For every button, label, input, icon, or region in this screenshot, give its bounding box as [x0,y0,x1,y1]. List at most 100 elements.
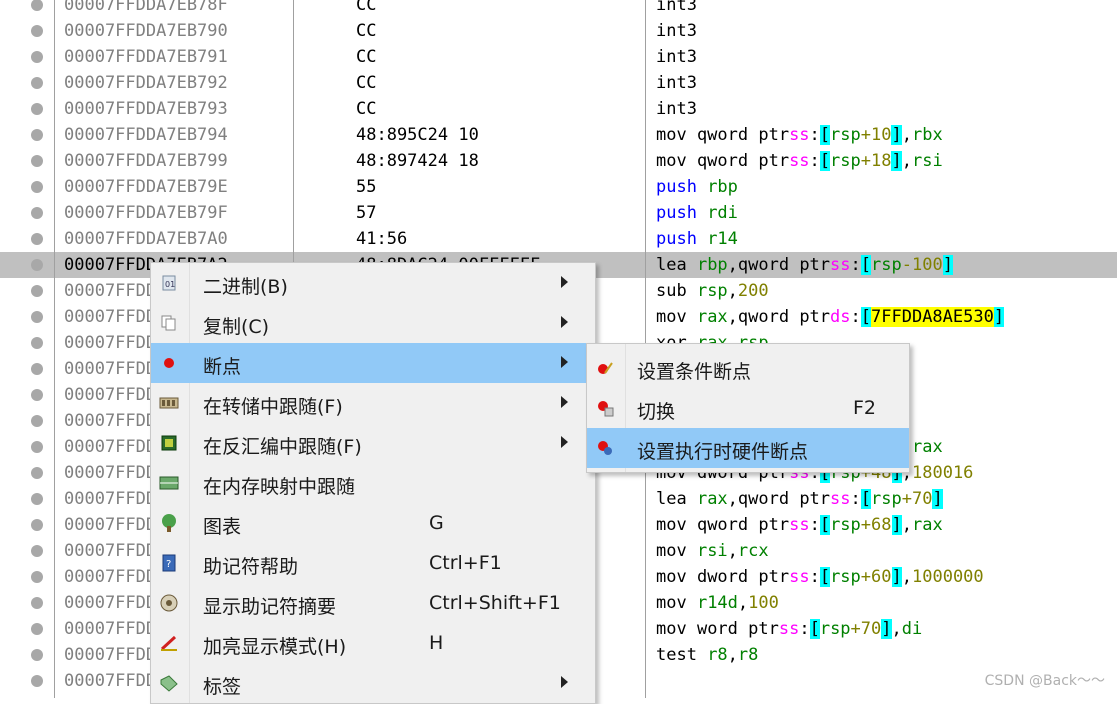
bytes-cell: CC [356,0,377,15]
instruction-token: ss [789,515,810,535]
breakpoint-marker-icon[interactable] [31,311,43,323]
address-cell: 00007FFDDA7EB792 [64,73,228,93]
instruction-token: , [891,619,902,639]
submenu-arrow-icon [561,676,568,688]
menu-item-shortcut: H [429,632,444,654]
instruction-token: int3 [656,0,697,15]
breakpoint-marker-icon[interactable] [31,571,43,583]
breakpoint-marker-icon[interactable] [31,259,43,271]
instruction-token: : [809,515,820,535]
breakpoint-marker-icon[interactable] [31,181,43,193]
breakpoint-marker-icon[interactable] [31,415,43,427]
breakpoint-marker-icon[interactable] [31,337,43,349]
instruction-token: +10 [860,125,892,145]
instruction-token: mov [656,541,697,561]
breakpoint-marker-icon[interactable] [31,441,43,453]
breakpoint-marker-icon[interactable] [31,597,43,609]
menu-item-shortcut: Ctrl+F1 [429,552,502,574]
instruction-token: 180016 [912,463,974,483]
breakpoint-marker-icon[interactable] [31,675,43,687]
disasm-row[interactable]: 00007FFDDA7EB799 48:897424 18 mov qword pt… [0,148,1117,174]
highlight-icon [159,633,179,653]
instruction-token: rcx [737,541,769,561]
menu-item[interactable]: 加亮显示模式(H) H [151,623,595,663]
breakpoint-marker-icon[interactable] [31,389,43,401]
instruction-token: rbx [911,125,943,145]
disasm-row[interactable]: 00007FFDDA7EB793 CC int3 [0,96,1117,122]
instruction-cell: mov qword ptrss:[rsp+18],rsi [656,151,943,171]
breakpoint-marker-icon[interactable] [31,155,43,167]
binary-icon: 01 [159,273,179,293]
instruction-token: rbp [707,177,738,197]
breakpoint-marker-icon[interactable] [31,77,43,89]
instruction-token: ,qword ptr [727,255,831,275]
instruction-token: , [901,151,912,171]
breakpoint-marker-icon[interactable] [31,467,43,479]
menu-item-label: 在反汇编中跟随(F) [203,436,362,458]
menu-item-label: 二进制(B) [203,276,288,298]
instruction-token: ss [789,125,810,145]
instruction-cell: push rdi [656,203,738,223]
breakpoint-marker-icon[interactable] [31,51,43,63]
disasm-row[interactable]: 00007FFDDA7EB7A0 41:56 push r14 [0,226,1117,252]
breakpoint-marker-icon[interactable] [31,233,43,245]
cpu-icon [159,433,179,453]
breakpoint-marker-icon[interactable] [31,25,43,37]
breakpoint-marker-icon[interactable] [31,493,43,505]
instruction-token: push [656,177,708,197]
instruction-cell: int3 [656,21,697,41]
instruction-token: di [901,619,923,639]
breakpoint-marker-icon[interactable] [31,363,43,375]
instruction-token: mov qword ptr [656,151,790,171]
instruction-token: [ [819,567,831,587]
instruction-cell: int3 [656,0,697,15]
address-cell: 00007FFDDA7EB791 [64,47,228,67]
menu-item[interactable]: ? 助记符帮助 Ctrl+F1 [151,543,595,583]
instruction-token: +70 [901,489,933,509]
submenu-item[interactable]: 切换 F2 [587,388,909,428]
disasm-row[interactable]: 00007FFDDA7EB79F 57 push rdi [0,200,1117,226]
instruction-token: int3 [656,47,697,67]
menu-item[interactable]: 标签 [151,663,595,703]
disasm-row[interactable]: 00007FFDDA7EB78F CC int3 [0,0,1117,18]
submenu-item[interactable]: 设置条件断点 [587,348,909,388]
submenu-item[interactable]: 设置执行时硬件断点 [587,428,909,468]
breakpoint-marker-icon[interactable] [31,103,43,115]
bytes-cell: CC [356,47,377,67]
menu-item[interactable]: 复制(C) [151,303,595,343]
menu-item[interactable]: 图表 G [151,503,595,543]
instruction-token: rsp [830,515,861,535]
instruction-token: rax [912,437,943,457]
breakpoint-marker-icon[interactable] [31,285,43,297]
disasm-row[interactable]: 00007FFDDA7EB79E 55 push rbp [0,174,1117,200]
menu-item[interactable]: 在内存映射中跟随 [151,463,595,503]
menu-item[interactable]: 在转储中跟随(F) [151,383,595,423]
menu-item[interactable]: 断点 [151,343,595,383]
disasm-row[interactable]: 00007FFDDA7EB794 48:895C24 10 mov qword pt… [0,122,1117,148]
menu-item-label: 断点 [203,356,242,378]
breakpoint-submenu: 设置条件断点 切换 F2 设置执行时硬件断点 [586,343,910,473]
instruction-token: rax [912,515,943,535]
address-cell: 00007FFDDA7EB78F [64,0,228,15]
breakpoint-marker-icon[interactable] [31,129,43,141]
address-cell: 00007FFDDA7EB7A0 [64,229,228,249]
breakpoint-marker-icon[interactable] [31,545,43,557]
bytes-cell: 48:895C24 10 [356,125,479,145]
breakpoint-marker-icon[interactable] [31,0,43,11]
disasm-row[interactable]: 00007FFDDA7EB792 CC int3 [0,70,1117,96]
menu-item[interactable]: 在反汇编中跟随(F) [151,423,595,463]
address-cell: 00007FFDDA7EB799 [64,151,228,171]
breakpoint-marker-icon[interactable] [31,207,43,219]
breakpoint-marker-icon[interactable] [31,623,43,635]
instruction-token: rsp [871,255,902,275]
instruction-token: r8 [707,645,728,665]
menu-item[interactable]: 显示助记符摘要 Ctrl+Shift+F1 [151,583,595,623]
menu-item[interactable]: 01 二进制(B) [151,263,595,303]
disasm-row[interactable]: 00007FFDDA7EB791 CC int3 [0,44,1117,70]
breakpoint-marker-icon[interactable] [31,519,43,531]
menu-item-label: 图表 [203,516,242,538]
disasm-row[interactable]: 00007FFDDA7EB790 CC int3 [0,18,1117,44]
instruction-cell: mov r14d,100 [656,593,779,613]
address-cell: 00007FFDDA7EB79E [64,177,228,197]
breakpoint-marker-icon[interactable] [31,649,43,661]
